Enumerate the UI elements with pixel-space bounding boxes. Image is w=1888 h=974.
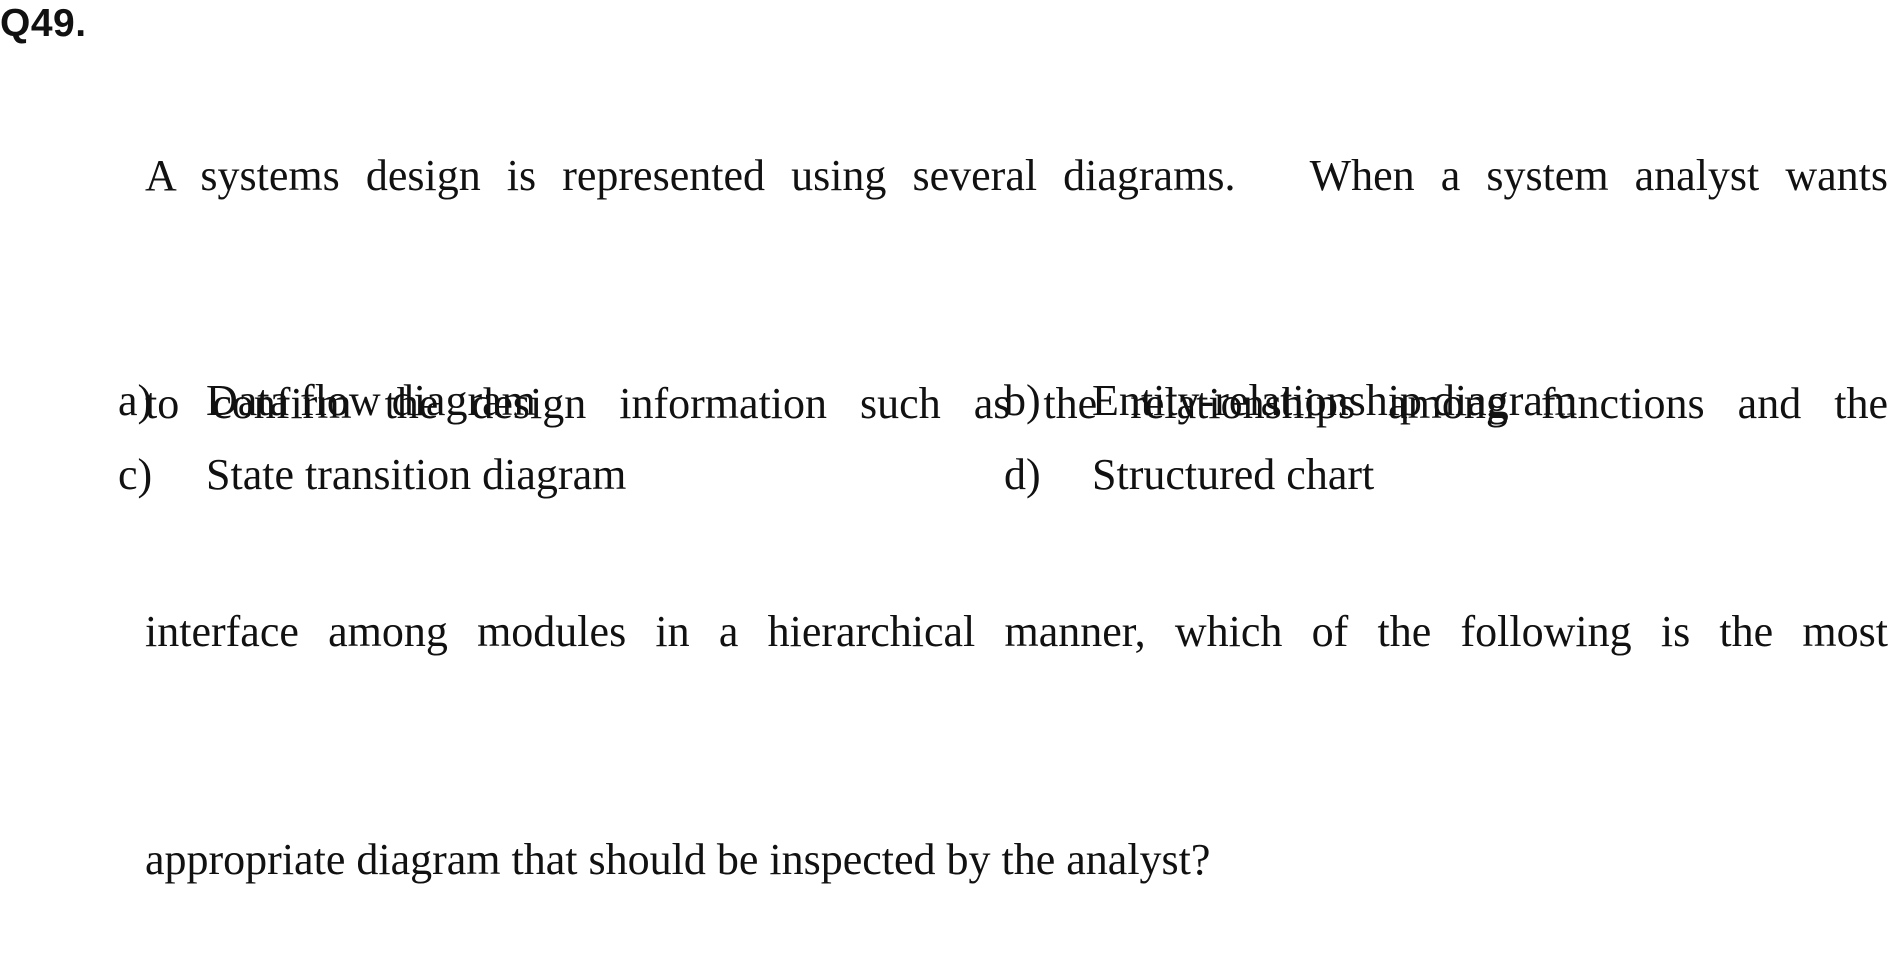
choice-letter: a) (118, 376, 153, 425)
choice-text: State transition diagram (206, 450, 627, 499)
choice-text: Data flow diagram (206, 376, 536, 425)
choice-text: Entity-relationship diagram (1092, 376, 1578, 425)
choice-text: Structured chart (1092, 450, 1375, 499)
question-line-3: interface among modules in a hierarchica… (145, 607, 1888, 656)
question-line-1: A systems design is represented using se… (145, 151, 1888, 200)
choice-letter: d) (1004, 450, 1041, 499)
question-number: Q49. (0, 2, 87, 45)
question-line-4: appropriate diagram that should be inspe… (145, 835, 1211, 884)
choice-letter: c) (118, 450, 153, 499)
choice-letter: b) (1004, 376, 1041, 425)
